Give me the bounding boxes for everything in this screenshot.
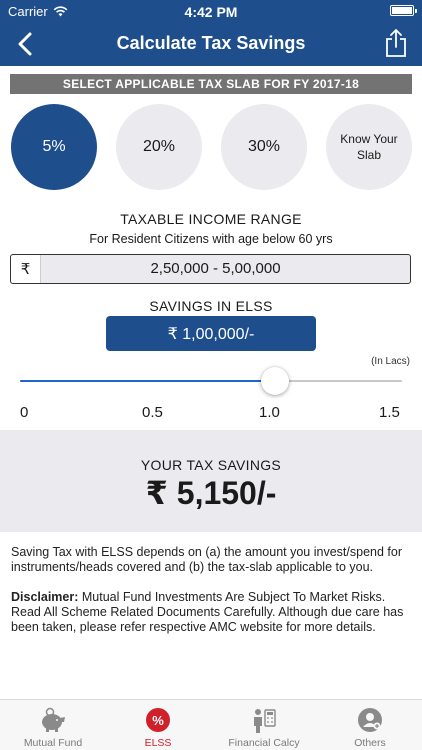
status-bar: Carrier 4:42 PM	[0, 0, 422, 22]
tab-label: Mutual Fund	[23, 737, 83, 749]
tab-label: ELSS	[144, 737, 172, 749]
income-range-field[interactable]: ₹ 2,50,000 - 5,00,000	[10, 254, 411, 284]
slab-5-button[interactable]: 5%	[11, 104, 97, 190]
savings-slider[interactable]	[20, 366, 402, 396]
income-range-value: 2,50,000 - 5,00,000	[150, 260, 281, 277]
tax-savings-value: ₹ 5,150/-	[145, 475, 277, 511]
svg-text:%: %	[152, 713, 164, 728]
slider-tick: 0	[20, 404, 29, 421]
know-your-slab-button[interactable]: Know Your Slab	[326, 104, 412, 190]
slider-track-fill	[20, 380, 275, 382]
calculator-person-icon	[254, 709, 276, 733]
slider-tick: 0.5	[142, 404, 163, 421]
tax-savings-panel: YOUR TAX SAVINGS ₹ 5,150/-	[0, 430, 422, 532]
user-plus-icon	[358, 708, 382, 732]
income-range-title: TAXABLE INCOME RANGE	[120, 211, 302, 227]
tax-slab-selector: 5% 20% 30% Know Your Slab	[0, 104, 422, 190]
income-range-subtitle: For Resident Citizens with age below 60 …	[89, 232, 333, 246]
disclaimer-heading: Disclaimer:	[11, 590, 79, 604]
savings-amount: ₹ 1,00,000/-	[106, 316, 316, 351]
tax-savings-label: YOUR TAX SAVINGS	[140, 457, 282, 473]
app-header: Carrier 4:42 PM Calculate Tax Savings	[0, 0, 422, 66]
tab-label: Financial Calcy	[228, 737, 300, 749]
slider-tick: 1.0	[259, 404, 280, 421]
percent-badge-icon: %	[146, 708, 170, 732]
battery-icon	[390, 5, 417, 16]
elss-note: Saving Tax with ELSS depends on (a) the …	[11, 545, 402, 574]
share-button[interactable]	[384, 28, 408, 58]
disclaimer: Disclaimer: Mutual Fund Investments Are …	[11, 590, 413, 635]
nav-bar: Calculate Tax Savings	[0, 22, 422, 66]
slider-thumb[interactable]	[260, 367, 289, 395]
rupee-icon: ₹	[11, 255, 41, 283]
slab-30-button[interactable]: 30%	[221, 104, 307, 190]
status-time: 4:42 PM	[184, 4, 238, 20]
tab-mutual-fund[interactable]: Mutual Fund	[0, 700, 106, 750]
piggy-bank-icon	[42, 707, 65, 732]
tab-elss[interactable]: % ELSS	[106, 700, 210, 750]
tax-slab-banner: SELECT APPLICABLE TAX SLAB FOR FY 2017-1…	[10, 74, 412, 94]
tab-financial-calcy[interactable]: Financial Calcy	[210, 700, 318, 750]
page-title: Calculate Tax Savings	[116, 33, 306, 53]
slab-20-button[interactable]: 20%	[116, 104, 202, 190]
tab-others[interactable]: Others	[318, 700, 422, 750]
tab-label: Others	[354, 737, 386, 749]
tab-bar: Mutual Fund % ELSS Financial Calcy Other…	[0, 699, 422, 750]
savings-label: SAVINGS IN ELSS	[149, 298, 273, 314]
slider-tick: 1.5	[379, 404, 400, 421]
